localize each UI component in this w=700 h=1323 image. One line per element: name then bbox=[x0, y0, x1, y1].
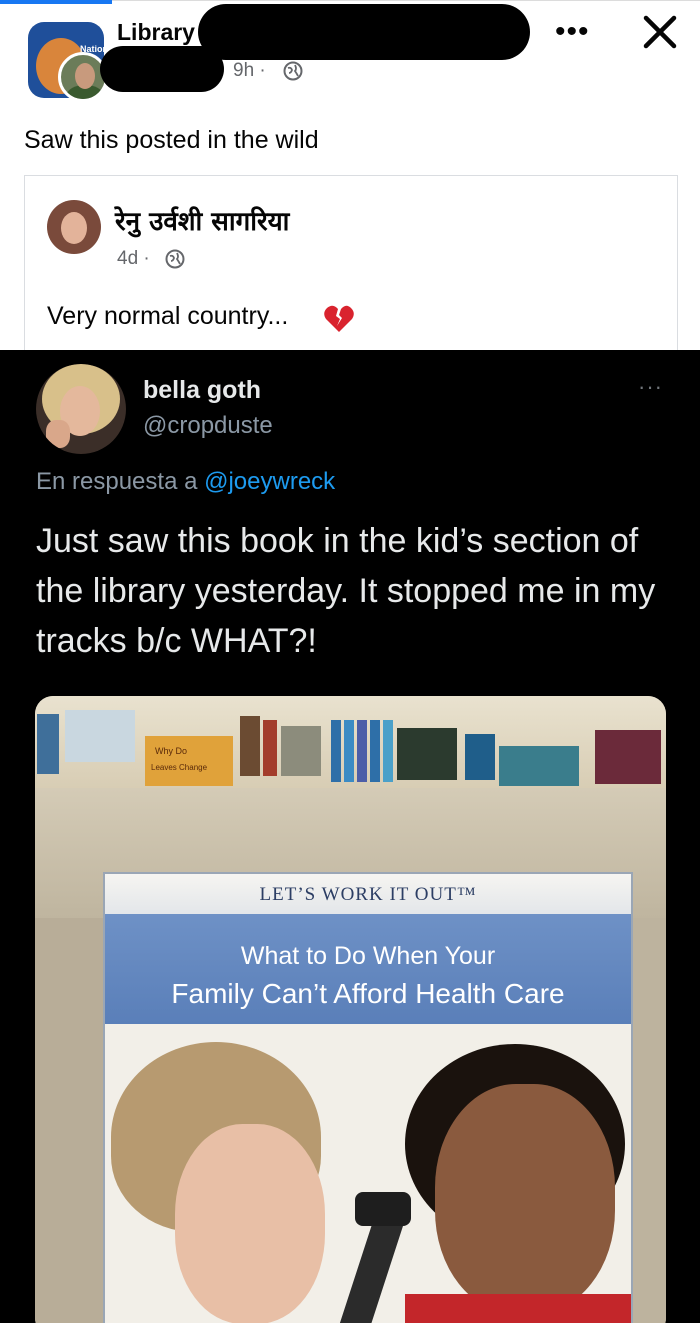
more-options-button[interactable]: ••• bbox=[555, 17, 590, 47]
shelf-label: Leaves Change bbox=[151, 763, 208, 772]
book-cover: LET’S WORK IT OUT™ What to Do When Your … bbox=[105, 874, 631, 1323]
reply-prefix: En respuesta a bbox=[36, 468, 198, 495]
shared-author-avatar[interactable] bbox=[47, 200, 101, 254]
book-cover-illustration bbox=[105, 1024, 631, 1323]
bookshelf-image: Why Do Leaves Change bbox=[37, 710, 661, 786]
tweet-text: Just saw this book in the kid’s section … bbox=[36, 522, 656, 660]
shared-author-name[interactable]: रेनु उर्वशी सागरिया bbox=[115, 202, 289, 238]
redaction-bar bbox=[198, 4, 530, 60]
tweet-photo[interactable]: Why Do Leaves Change LET’S WORK IT OUT™ … bbox=[35, 696, 666, 1323]
post-text: Saw this posted in the wild bbox=[24, 126, 319, 154]
reply-mention-link[interactable]: @joeywreck bbox=[204, 468, 335, 495]
tweet-author-avatar[interactable] bbox=[36, 364, 126, 454]
reply-context: En respuesta a @joeywreck bbox=[36, 468, 335, 496]
shared-timestamp[interactable]: 4d · bbox=[117, 248, 150, 270]
book-title-line2: Family Can’t Afford Health Care bbox=[171, 978, 565, 1009]
post-timestamp[interactable]: 9h · bbox=[233, 60, 266, 82]
globe-icon bbox=[283, 61, 303, 81]
redaction-bar bbox=[100, 46, 224, 92]
tweet-card: bella goth @cropduste ··· En respuesta a… bbox=[0, 350, 700, 1323]
tweet-author-name[interactable]: bella goth bbox=[143, 376, 261, 405]
broken-heart-icon bbox=[324, 305, 354, 332]
globe-icon bbox=[165, 249, 185, 269]
book-title-line1: What to Do When Your bbox=[240, 942, 496, 970]
shared-post-card[interactable]: रेनु उर्वशी सागरिया 4d · Very normal cou… bbox=[24, 175, 678, 355]
post-header: Nationa Library 9h · ••• bbox=[0, 0, 700, 110]
shared-post-text: Very normal country... bbox=[47, 302, 289, 330]
book-series: LET’S WORK IT OUT™ bbox=[259, 884, 477, 905]
shelf-label: Why Do bbox=[155, 746, 187, 756]
tweet-more-icon[interactable]: ··· bbox=[638, 374, 663, 400]
tweet-author-handle[interactable]: @cropduste bbox=[143, 412, 273, 440]
close-icon[interactable] bbox=[640, 12, 680, 52]
group-name[interactable]: Library bbox=[117, 19, 195, 46]
